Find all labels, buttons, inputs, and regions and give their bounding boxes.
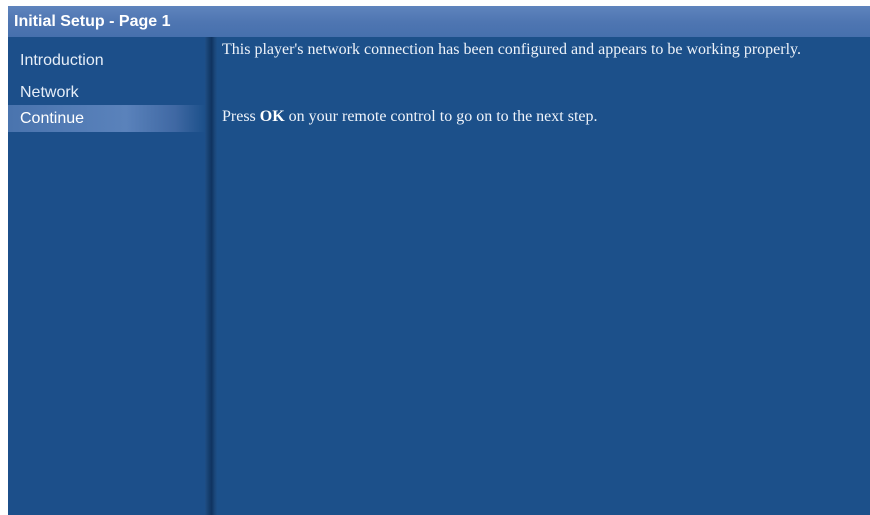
sidebar-item-network[interactable]: Network <box>8 79 205 106</box>
main-content: This player's network connection has bee… <box>222 41 842 125</box>
instruction-prefix: Press <box>222 108 260 125</box>
continue-instruction: Press OK on your remote control to go on… <box>222 108 598 125</box>
sidebar: Introduction Network Continue <box>8 37 205 515</box>
sidebar-item-introduction[interactable]: Introduction <box>8 47 205 74</box>
panel-divider <box>205 37 217 515</box>
network-status-message: This player's network connection has bee… <box>222 41 801 58</box>
window-title: Initial Setup - Page 1 <box>8 6 870 37</box>
instruction-suffix: on your remote control to go on to the n… <box>284 108 598 125</box>
ok-key-label: OK <box>259 108 285 125</box>
sidebar-item-continue[interactable]: Continue <box>8 105 205 132</box>
setup-window: Initial Setup - Page 1 Introduction Netw… <box>8 6 870 515</box>
